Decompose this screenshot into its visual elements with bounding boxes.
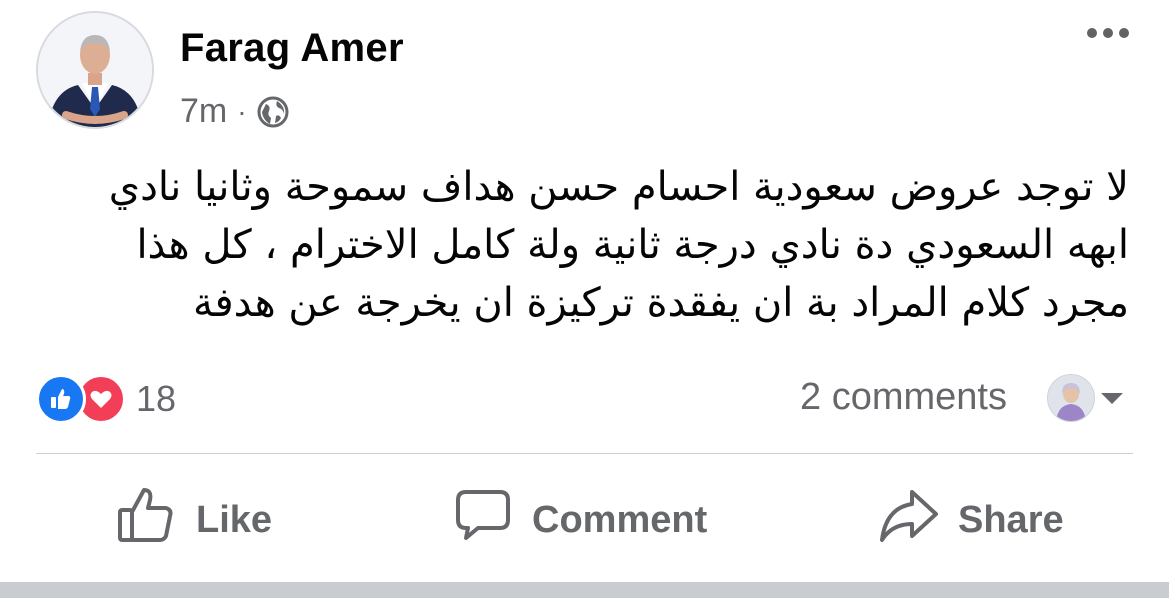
commenter-avatar[interactable]	[1047, 374, 1095, 422]
reaction-count: 18	[136, 378, 177, 419]
meta-separator: ·	[237, 95, 247, 127]
comment-label: Comment	[532, 498, 708, 541]
share-button[interactable]: Share	[878, 484, 1064, 556]
share-arrow-icon	[878, 484, 940, 556]
share-label: Share	[958, 498, 1064, 541]
more-dot	[1103, 28, 1113, 38]
globe-icon[interactable]	[257, 96, 289, 128]
speech-bubble-icon	[452, 484, 514, 556]
divider	[36, 453, 1133, 454]
chevron-down-icon[interactable]	[1101, 393, 1123, 404]
post-time[interactable]: 7m	[180, 92, 227, 131]
like-label: Like	[196, 498, 273, 541]
comment-button[interactable]: Comment	[452, 484, 707, 556]
author-name[interactable]: Farag Amer	[180, 26, 404, 71]
more-options-icon[interactable]	[1087, 28, 1129, 38]
feed-separator	[0, 582, 1169, 598]
comments-count-link[interactable]: 2 comments	[800, 376, 1007, 419]
post-text: لا توجد عروض سعودية احسام حسن هداف سموحة…	[108, 164, 1129, 326]
post-meta: 7m ·	[180, 92, 289, 131]
reactions-summary[interactable]: 18	[36, 374, 176, 424]
thumbs-up-icon	[116, 484, 178, 556]
author-avatar[interactable]	[36, 11, 154, 129]
like-button[interactable]: Like	[116, 484, 272, 556]
more-dot	[1087, 28, 1097, 38]
like-reaction-icon	[36, 374, 86, 424]
more-dot	[1119, 28, 1129, 38]
